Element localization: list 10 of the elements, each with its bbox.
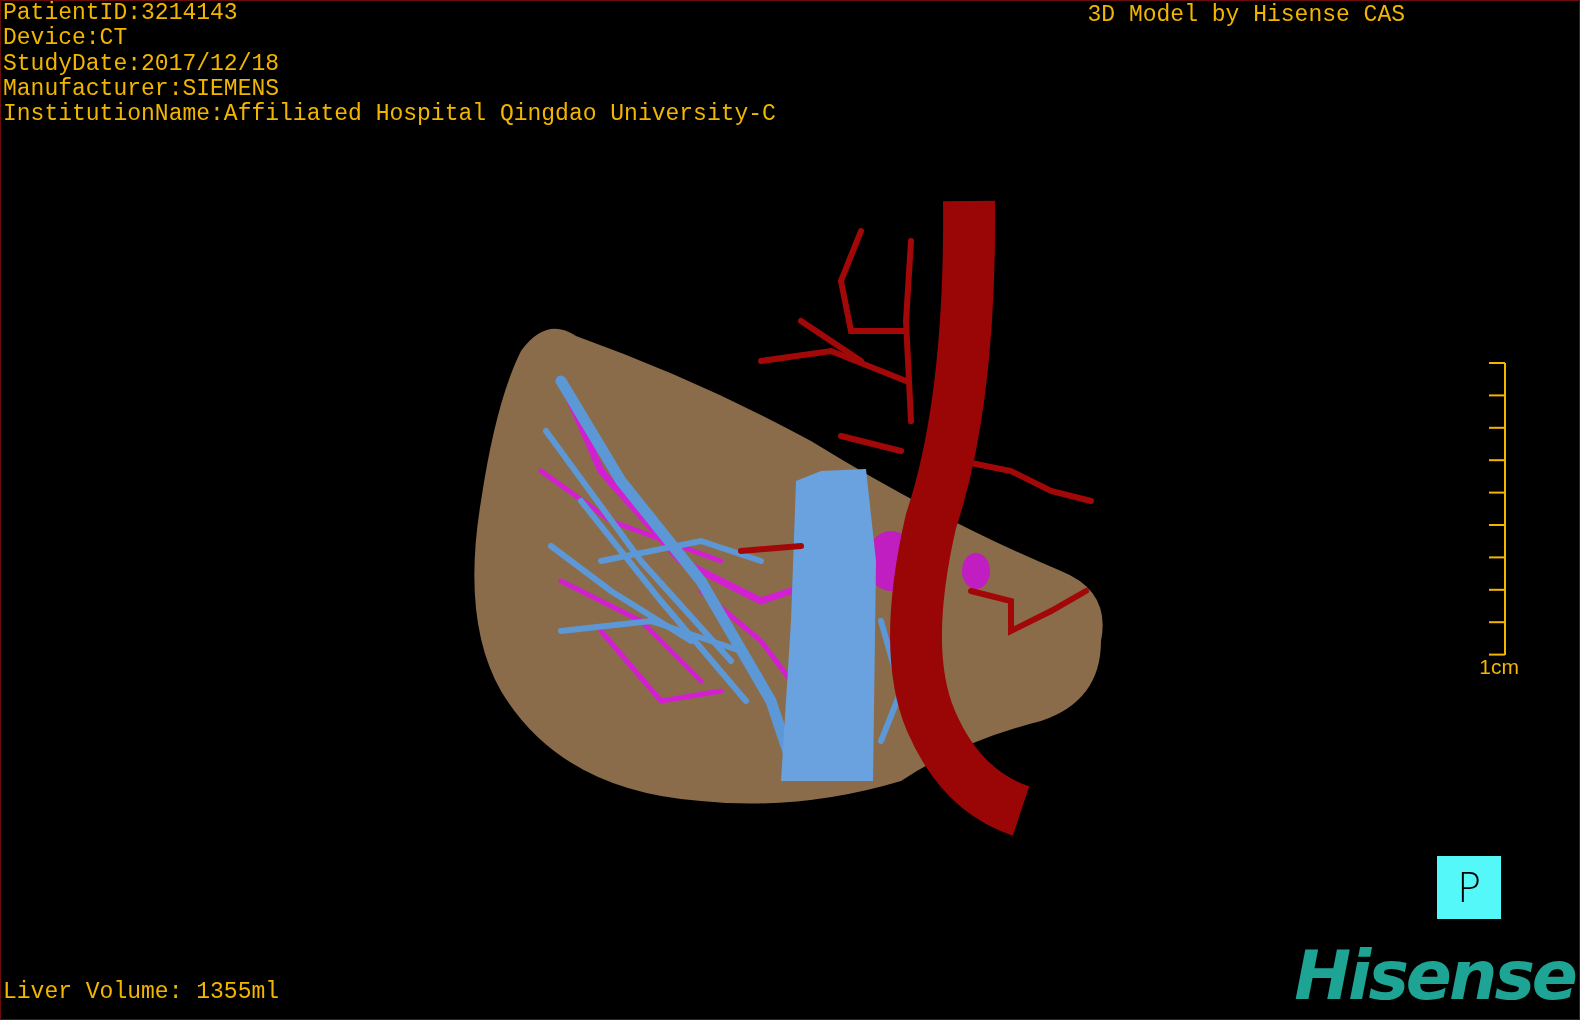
orientation-button[interactable]: P bbox=[1437, 856, 1501, 919]
patient-info-text: Device:CT bbox=[3, 26, 129, 52]
patient-info-text: Manufacturer:SIEMENS bbox=[3, 76, 281, 102]
patient-info-text: PatientID:3214143 bbox=[3, 1, 239, 26]
patient-info-text: StudyDate:2017/12/18 bbox=[3, 51, 281, 77]
model-title: 3D Model by Hisense CAS bbox=[1087, 3, 1405, 30]
scale-label: 1cm bbox=[1479, 656, 1519, 679]
brand-logo: Hisense bbox=[1294, 943, 1575, 1009]
patient-info-text: InstitutionName:Affiliated Hospital Qingdao University-C bbox=[3, 102, 776, 128]
liver-volume-text: Liver Volume: 1355ml bbox=[2, 979, 280, 1007]
